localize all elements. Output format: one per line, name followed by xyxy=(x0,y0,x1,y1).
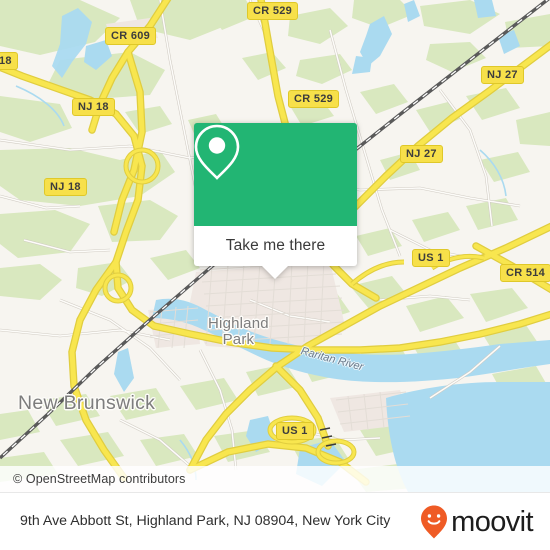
address-label: 9th Ave Abbott St, Highland Park, NJ 089… xyxy=(20,513,391,530)
road-shield-18[interactable]: 18 xyxy=(0,52,18,70)
road-shield-cr-529-a[interactable]: CR 529 xyxy=(247,2,299,20)
road-shield-cr-514[interactable]: CR 514 xyxy=(500,264,550,282)
popup-tail xyxy=(262,266,288,279)
destination-popup-card[interactable]: Take me there xyxy=(194,123,357,279)
map-canvas[interactable]: New Brunswick Highland Park Raritan Rive… xyxy=(0,0,550,492)
road-shield-nj-18-b[interactable]: NJ 18 xyxy=(44,178,87,196)
road-shield-cr-529-b[interactable]: CR 529 xyxy=(288,90,340,108)
take-me-there-label: Take me there xyxy=(225,237,326,254)
osm-attribution-bar: © OpenStreetMap contributors xyxy=(0,466,550,492)
road-shield-us-1-b[interactable]: US 1 xyxy=(276,422,314,440)
road-shield-nj-27-a[interactable]: NJ 27 xyxy=(481,66,524,84)
moovit-wordmark: moovit xyxy=(451,505,533,538)
moovit-logo[interactable]: moovit xyxy=(419,504,550,540)
screenshot-frame: New Brunswick Highland Park Raritan Rive… xyxy=(0,0,550,550)
road-shield-cr-609[interactable]: CR 609 xyxy=(105,27,157,45)
road-shield-us-1-a[interactable]: US 1 xyxy=(412,249,450,267)
popup-image-panel xyxy=(194,123,357,226)
map-pin-icon xyxy=(194,124,240,180)
road-shield-nj-27-b[interactable]: NJ 27 xyxy=(400,145,443,163)
osm-attribution-text[interactable]: © OpenStreetMap contributors xyxy=(0,472,186,486)
road-shield-nj-18-a[interactable]: NJ 18 xyxy=(72,98,115,116)
take-me-there-button[interactable]: Take me there xyxy=(194,226,357,279)
footer-bar: 9th Ave Abbott St, Highland Park, NJ 089… xyxy=(0,492,550,550)
moovit-smiley-pin-icon xyxy=(421,505,448,538)
